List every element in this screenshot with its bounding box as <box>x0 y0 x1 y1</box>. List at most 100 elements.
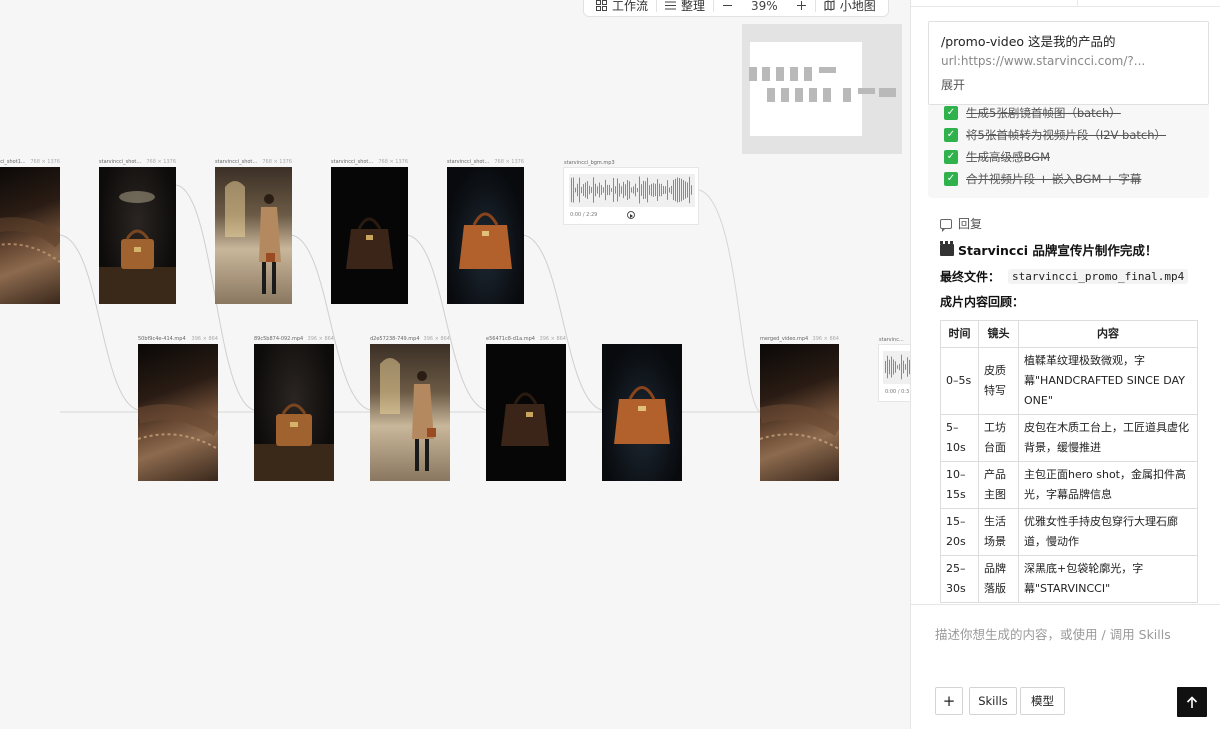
audio-time: 0:00 / 2:29 <box>570 212 598 218</box>
image-thumbnail <box>447 167 524 304</box>
waveform-bar <box>629 181 630 199</box>
table-row: 0–5s 皮质特写 植鞣革纹理极致微观，字幕"HANDCRAFTED SINCE… <box>940 347 1198 415</box>
waveform-bar <box>903 360 904 374</box>
waveform-bar <box>663 185 664 195</box>
play-icon[interactable] <box>627 211 635 219</box>
task-item: ✓ 将5张首帧转为视频片段（I2V batch） <box>944 124 1193 146</box>
merged-video-node[interactable]: merged_video.mp4 396 × 864 <box>760 336 839 481</box>
audio-node-partial[interactable]: starvinc... 0:00 / 0:3 <box>878 337 910 402</box>
minimap-label: 小地图 <box>839 0 876 13</box>
app-root: vincci_shot1... 768 × 1376 starvincci_sho… <box>0 0 1220 729</box>
node-dims: 768 × 1376 <box>378 159 408 165</box>
waveform-bar <box>583 184 584 196</box>
message-list[interactable]: ✓ 生成5张剧镜首帧图（batch） ✓ 将5张首帧转为视频片段（I2V batch… <box>911 8 1220 604</box>
node-dims: 768 × 1376 <box>30 159 60 165</box>
waveform-bar <box>687 182 688 198</box>
video-node-2[interactable]: 89c5b874-092.mp4 396 × 864 <box>254 336 334 481</box>
video-node-1[interactable]: 50bf9c4e-414.mp4 396 × 864 <box>138 336 218 481</box>
workflow-canvas[interactable]: vincci_shot1... 768 × 1376 starvincci_sho… <box>0 0 910 729</box>
expand-link[interactable]: 展开 <box>941 76 965 93</box>
zoom-out-button[interactable] <box>714 0 741 16</box>
waveform-bar <box>685 181 686 199</box>
node-dims: 768 × 1376 <box>494 159 524 165</box>
minimap-node <box>762 67 770 81</box>
minimap-toggle-button[interactable]: 小地图 <box>816 0 884 16</box>
waveform-bar <box>597 186 598 194</box>
table-row: 15–20s 生活场景 优雅女性手持皮包穿行大理石廊道，慢动作 <box>940 508 1198 556</box>
waveform-bar <box>615 186 616 194</box>
waveform-bar <box>665 186 666 194</box>
audio-node-bgm[interactable]: starvincci_bgm.mp3 0:00 / 2:29 <box>563 160 699 225</box>
waveform-bar <box>641 184 642 196</box>
minimap[interactable] <box>742 24 902 154</box>
map-icon <box>824 0 835 11</box>
minimap-node <box>795 88 803 102</box>
table-cell: 25–30s <box>940 555 979 603</box>
waveform-bar <box>681 178 682 202</box>
minimap-node <box>790 67 798 81</box>
waveform-bar <box>627 179 628 201</box>
task-item: ✓ 生成高级感BGM <box>944 146 1193 168</box>
waveform-bar <box>593 177 594 203</box>
send-button[interactable] <box>1177 687 1207 717</box>
video-node-3[interactable]: d2e57238-749.mp4 396 × 864 <box>370 336 450 481</box>
workflow-button[interactable]: 工作流 <box>588 0 656 16</box>
waveform-bar <box>611 188 612 192</box>
minimap-node <box>804 67 812 81</box>
waveform-bar <box>587 181 588 199</box>
table-cell: 皮包在木质工台上，工匠道具虚化背景，缓慢推进 <box>1018 414 1198 462</box>
waveform-bar <box>613 177 614 203</box>
zoom-level: 39% <box>751 0 778 13</box>
table-cell: 主包正面hero shot，金属扣件高光，字幕品牌信息 <box>1018 461 1198 509</box>
table-cell: 5–10s <box>940 414 979 462</box>
node-dims: 768 × 1376 <box>262 159 292 165</box>
node-name: starvincci_shot3... <box>447 159 492 165</box>
waveform-bar <box>899 363 900 371</box>
image-thumbnail <box>215 167 292 304</box>
column-header: 内容 <box>1018 320 1198 348</box>
task-item: ✓ 生成5张剧镜首帧图（batch） <box>944 102 1193 124</box>
minimap-node <box>858 88 875 94</box>
image-node-shot2[interactable]: starvincci_shot2... 768 × 1376 <box>99 159 176 304</box>
check-icon: ✓ <box>944 106 958 120</box>
node-dims: 396 × 864 <box>307 336 334 342</box>
arrange-button[interactable]: 整理 <box>657 0 713 16</box>
add-attachment-button[interactable]: + <box>935 687 963 715</box>
image-node-shot4[interactable]: starvincci_shot4... 768 × 1376 <box>215 159 292 304</box>
node-name: vincci_shot1... <box>0 159 26 165</box>
skills-button[interactable]: Skills <box>969 687 1017 715</box>
zoom-in-button[interactable] <box>788 0 815 16</box>
video-node-5[interactable] <box>602 344 682 481</box>
node-name: starvincci_bgm.mp3 <box>564 160 615 166</box>
edge <box>698 189 761 413</box>
image-node-shot5[interactable]: starvincci_shot5... 768 × 1376 <box>331 159 408 304</box>
panel-tabs <box>911 0 1220 7</box>
waveform-bar <box>617 178 618 202</box>
model-button[interactable]: 模型 <box>1020 687 1065 715</box>
waveform-bar <box>653 183 654 197</box>
table-cell: 0–5s <box>940 347 979 415</box>
video-node-4[interactable]: e56471c8-d1a.mp4 396 × 864 <box>486 336 566 481</box>
waveform-bar <box>659 183 660 197</box>
waveform-bar <box>673 179 674 201</box>
list-icon <box>665 1 677 10</box>
image-node-shot3[interactable]: starvincci_shot3... 768 × 1376 <box>447 159 524 304</box>
user-message-line1: /promo-video 这是我的产品的 <box>941 34 1116 49</box>
waveform-bar <box>891 356 892 378</box>
node-dims: 396 × 864 <box>423 336 450 342</box>
waveform-bar <box>635 183 636 197</box>
arrow-up-icon <box>1186 695 1198 708</box>
image-node-shot1[interactable]: vincci_shot1... 768 × 1376 <box>0 159 60 304</box>
scene-table: 时间 镜头 内容 0–5s 皮质特写 植鞣革纹理极致微观，字幕"HANDCRAF… <box>940 320 1198 603</box>
waveform-bar <box>675 178 676 202</box>
waveform-bar <box>633 186 634 194</box>
final-file-name[interactable]: starvincci_promo_final.mp4 <box>1008 269 1189 284</box>
prompt-input[interactable] <box>935 627 1205 642</box>
arrange-label: 整理 <box>681 0 706 13</box>
table-cell: 工坊台面 <box>978 414 1019 462</box>
waveform-bar <box>619 183 620 197</box>
waveform-bar <box>609 184 610 196</box>
table-cell: 深黑底+包袋轮廓光，字幕"STARVINCCI" <box>1018 555 1198 603</box>
waveform-bar <box>667 180 668 200</box>
task-list: ✓ 生成5张剧镜首帧图（batch） ✓ 将5张首帧转为视频片段（I2V batch… <box>928 100 1209 198</box>
